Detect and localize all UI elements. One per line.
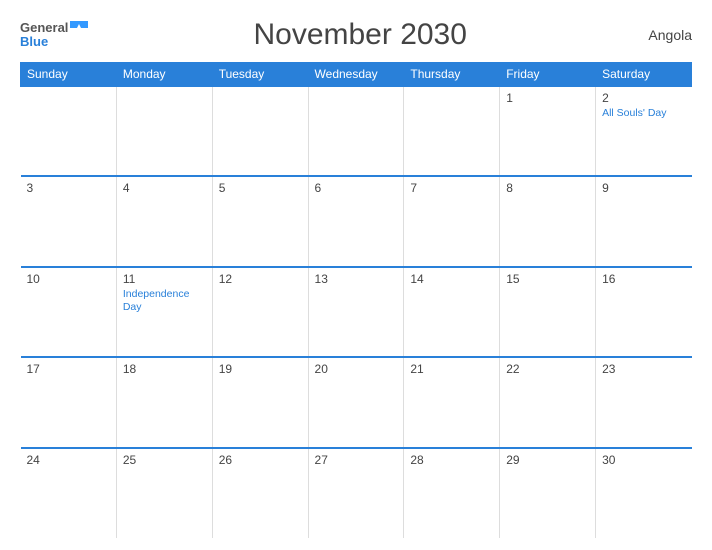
day-number: 30 <box>602 453 685 467</box>
day-number: 20 <box>315 362 398 376</box>
day-number: 28 <box>410 453 493 467</box>
col-thursday: Thursday <box>404 63 500 87</box>
day-number: 14 <box>410 272 493 286</box>
calendar-cell: 26 <box>212 448 308 538</box>
calendar-cell: 8 <box>500 176 596 266</box>
day-number: 7 <box>410 181 493 195</box>
logo: General Blue <box>20 21 88 50</box>
calendar-cell: 25 <box>116 448 212 538</box>
calendar-cell: 11 Independence Day <box>116 267 212 357</box>
calendar-cell <box>116 86 212 176</box>
calendar-cell: 5 <box>212 176 308 266</box>
calendar-cell <box>404 86 500 176</box>
calendar-cell: 13 <box>308 267 404 357</box>
calendar-cell <box>212 86 308 176</box>
col-friday: Friday <box>500 63 596 87</box>
col-sunday: Sunday <box>21 63 117 87</box>
holiday-label: All Souls' Day <box>602 107 685 121</box>
calendar-cell: 15 <box>500 267 596 357</box>
day-number: 13 <box>315 272 398 286</box>
holiday-label: Independence Day <box>123 288 206 315</box>
page: General Blue November 2030 Angola Sunday… <box>0 0 712 550</box>
day-number: 4 <box>123 181 206 195</box>
col-saturday: Saturday <box>596 63 692 87</box>
calendar-cell: 4 <box>116 176 212 266</box>
calendar-cell: 29 <box>500 448 596 538</box>
day-number: 21 <box>410 362 493 376</box>
day-number: 15 <box>506 272 589 286</box>
calendar-cell: 16 <box>596 267 692 357</box>
day-number: 17 <box>27 362 110 376</box>
calendar-cell: 18 <box>116 357 212 447</box>
calendar-cell: 10 <box>21 267 117 357</box>
calendar-week-row: 3456789 <box>21 176 692 266</box>
header: General Blue November 2030 Angola <box>20 18 692 52</box>
day-number: 24 <box>27 453 110 467</box>
calendar-cell: 3 <box>21 176 117 266</box>
col-tuesday: Tuesday <box>212 63 308 87</box>
calendar-cell: 20 <box>308 357 404 447</box>
calendar-week-row: 24 25 26 27 28 29 30 <box>21 448 692 538</box>
day-number: 6 <box>315 181 398 195</box>
col-monday: Monday <box>116 63 212 87</box>
calendar: Sunday Monday Tuesday Wednesday Thursday… <box>20 62 692 538</box>
day-number: 1 <box>506 91 589 105</box>
day-number: 12 <box>219 272 302 286</box>
calendar-week-row: 10 11 Independence Day 12 13 14 15 16 <box>21 267 692 357</box>
logo-blue-text: Blue <box>20 35 48 49</box>
logo-flag-icon <box>70 21 88 35</box>
country-label: Angola <box>632 27 692 43</box>
day-number: 29 <box>506 453 589 467</box>
calendar-cell: 2 All Souls' Day <box>596 86 692 176</box>
calendar-cell: 22 <box>500 357 596 447</box>
calendar-cell: 28 <box>404 448 500 538</box>
calendar-week-row: 12 All Souls' Day <box>21 86 692 176</box>
day-number: 19 <box>219 362 302 376</box>
day-number: 9 <box>602 181 685 195</box>
calendar-cell <box>21 86 117 176</box>
month-title: November 2030 <box>88 18 632 52</box>
logo-general-text: General <box>20 21 68 35</box>
day-number: 8 <box>506 181 589 195</box>
calendar-cell: 6 <box>308 176 404 266</box>
calendar-cell: 1 <box>500 86 596 176</box>
day-number: 11 <box>123 272 206 286</box>
col-wednesday: Wednesday <box>308 63 404 87</box>
day-number: 16 <box>602 272 685 286</box>
day-number: 10 <box>27 272 110 286</box>
day-number: 5 <box>219 181 302 195</box>
day-number: 3 <box>27 181 110 195</box>
calendar-cell <box>308 86 404 176</box>
calendar-cell: 30 <box>596 448 692 538</box>
calendar-cell: 12 <box>212 267 308 357</box>
day-number: 27 <box>315 453 398 467</box>
calendar-cell: 17 <box>21 357 117 447</box>
calendar-week-row: 17 18 19 20 21 22 23 <box>21 357 692 447</box>
day-number: 18 <box>123 362 206 376</box>
calendar-cell: 14 <box>404 267 500 357</box>
calendar-cell: 24 <box>21 448 117 538</box>
day-number: 22 <box>506 362 589 376</box>
day-number: 25 <box>123 453 206 467</box>
calendar-header-row: Sunday Monday Tuesday Wednesday Thursday… <box>21 63 692 87</box>
calendar-cell: 7 <box>404 176 500 266</box>
day-number: 23 <box>602 362 685 376</box>
calendar-cell: 23 <box>596 357 692 447</box>
calendar-cell: 19 <box>212 357 308 447</box>
day-number: 2 <box>602 91 685 105</box>
calendar-cell: 9 <box>596 176 692 266</box>
calendar-cell: 27 <box>308 448 404 538</box>
calendar-cell: 21 <box>404 357 500 447</box>
day-number: 26 <box>219 453 302 467</box>
